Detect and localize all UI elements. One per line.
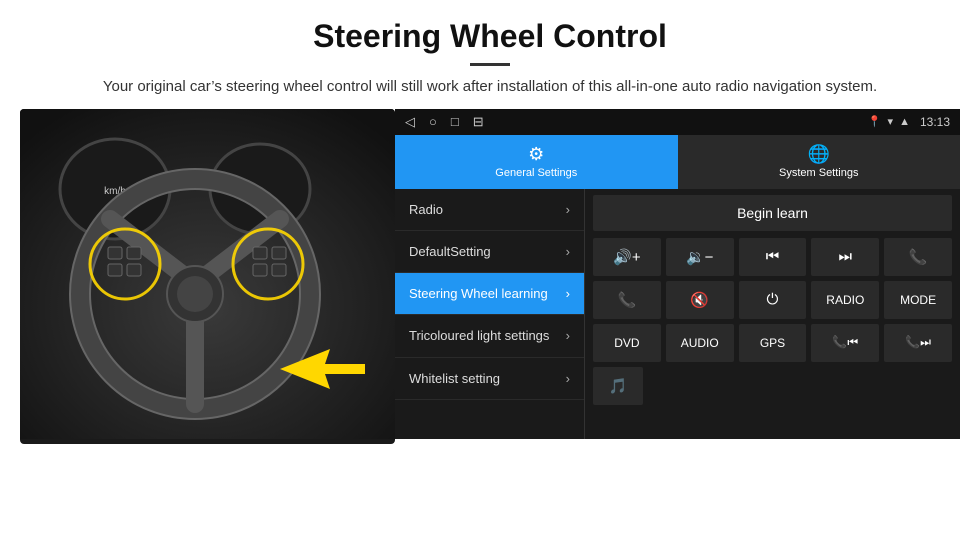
- tab-system[interactable]: 🌐 System Settings: [678, 135, 961, 189]
- prev-track-icon: ⏮: [766, 248, 780, 265]
- vol-down-button[interactable]: 🔉−: [666, 238, 734, 276]
- page-header: Steering Wheel Control Your original car…: [0, 0, 980, 109]
- status-bar: ◁ ○ □ ⊟ 📍 ▾ ▲ 13:13: [395, 109, 960, 135]
- settings-list: Radio › DefaultSetting › Steering Wheel …: [395, 189, 585, 439]
- status-icons-left: ◁ ○ □ ⊟: [405, 114, 484, 130]
- mode-label-icon: MODE: [900, 293, 936, 307]
- mute-icon: 🔇: [690, 291, 709, 309]
- radio-label-icon: RADIO: [826, 293, 864, 307]
- media-icon: 🎵: [609, 377, 628, 395]
- audio-label: AUDIO: [681, 336, 719, 350]
- page-subtitle: Your original car’s steering wheel contr…: [60, 76, 920, 99]
- tel-prev-icon: 📞⏮: [832, 335, 858, 350]
- chevron-icon: ›: [566, 328, 570, 343]
- answer-button[interactable]: 📞: [593, 281, 661, 319]
- page-wrapper: Steering Wheel Control Your original car…: [0, 0, 980, 444]
- vol-up-icon: 🔊+: [613, 248, 640, 266]
- control-row-2: 📞 🔇 ⏻ RADIO MODE: [593, 281, 952, 319]
- controls-panel: Begin learn 🔊+ 🔉− ⏮: [585, 189, 960, 439]
- settings-area: Radio › DefaultSetting › Steering Wheel …: [395, 189, 960, 439]
- chevron-icon: ›: [566, 286, 570, 301]
- main-content: km/h: [0, 109, 980, 444]
- tel-prev-button[interactable]: 📞⏮: [811, 324, 879, 362]
- gps-label: GPS: [760, 336, 785, 350]
- recents-icon[interactable]: □: [451, 114, 459, 129]
- tab-general-label: General Settings: [495, 167, 577, 179]
- answer-icon: 📞: [618, 291, 637, 309]
- mode-button[interactable]: MODE: [884, 281, 952, 319]
- gps-button[interactable]: GPS: [739, 324, 807, 362]
- tab-system-label: System Settings: [779, 167, 858, 179]
- power-button[interactable]: ⏻: [739, 281, 807, 319]
- steering-wheel-image: km/h: [20, 109, 395, 444]
- next-track-button[interactable]: ⏭: [811, 238, 879, 276]
- settings-item-radio[interactable]: Radio ›: [395, 189, 584, 231]
- status-right: 📍 ▾ ▲ 13:13: [868, 115, 950, 129]
- tab-bar: ⚙ General Settings 🌐 System Settings: [395, 135, 960, 189]
- tab-general[interactable]: ⚙ General Settings: [395, 135, 678, 189]
- dvd-label: DVD: [614, 336, 639, 350]
- location-icon: 📍: [868, 115, 882, 128]
- default-label: DefaultSetting: [409, 244, 560, 259]
- phone-icon: 📞: [909, 248, 928, 266]
- home-icon[interactable]: ○: [429, 114, 437, 129]
- chevron-icon: ›: [566, 371, 570, 386]
- begin-learn-row: Begin learn: [593, 195, 952, 231]
- settings-item-tricoloured[interactable]: Tricoloured light settings ›: [395, 315, 584, 359]
- settings-item-default[interactable]: DefaultSetting ›: [395, 231, 584, 273]
- page-title: Steering Wheel Control: [60, 18, 920, 55]
- head-unit: ◁ ○ □ ⊟ 📍 ▾ ▲ 13:13 ⚙ General Settings: [395, 109, 960, 439]
- mute-button[interactable]: 🔇: [666, 281, 734, 319]
- next-track-icon: ⏭: [839, 248, 853, 265]
- media-button[interactable]: 🎵: [593, 367, 643, 405]
- menu-icon[interactable]: ⊟: [473, 114, 484, 130]
- radio-label: Radio: [409, 202, 560, 217]
- vol-up-button[interactable]: 🔊+: [593, 238, 661, 276]
- whitelist-label: Whitelist setting: [409, 371, 560, 386]
- divider: [470, 63, 510, 66]
- audio-button[interactable]: AUDIO: [666, 324, 734, 362]
- system-icon: 🌐: [808, 144, 830, 165]
- signal-icon: ▲: [899, 116, 910, 128]
- wifi-icon: ▾: [888, 115, 894, 128]
- tricoloured-label: Tricoloured light settings: [409, 328, 560, 345]
- control-row-4: 🎵: [593, 367, 952, 405]
- chevron-icon: ›: [566, 202, 570, 217]
- gear-icon: ⚙: [528, 144, 544, 165]
- tel-next-button[interactable]: 📞⏭: [884, 324, 952, 362]
- tel-next-icon: 📞⏭: [905, 335, 931, 350]
- prev-track-button[interactable]: ⏮: [739, 238, 807, 276]
- phone-button[interactable]: 📞: [884, 238, 952, 276]
- control-row-1: 🔊+ 🔉− ⏮ ⏭ 📞: [593, 238, 952, 276]
- settings-item-steering[interactable]: Steering Wheel learning ›: [395, 273, 584, 315]
- radio-button[interactable]: RADIO: [811, 281, 879, 319]
- clock: 13:13: [920, 115, 950, 129]
- back-icon[interactable]: ◁: [405, 114, 415, 130]
- chevron-icon: ›: [566, 244, 570, 259]
- vol-down-icon: 🔉−: [686, 248, 713, 266]
- power-icon: ⏻: [767, 291, 779, 308]
- steering-label: Steering Wheel learning: [409, 286, 560, 301]
- begin-learn-button[interactable]: Begin learn: [593, 195, 952, 231]
- control-row-3: DVD AUDIO GPS 📞⏮ 📞⏭: [593, 324, 952, 362]
- dvd-button[interactable]: DVD: [593, 324, 661, 362]
- settings-item-whitelist[interactable]: Whitelist setting ›: [395, 358, 584, 400]
